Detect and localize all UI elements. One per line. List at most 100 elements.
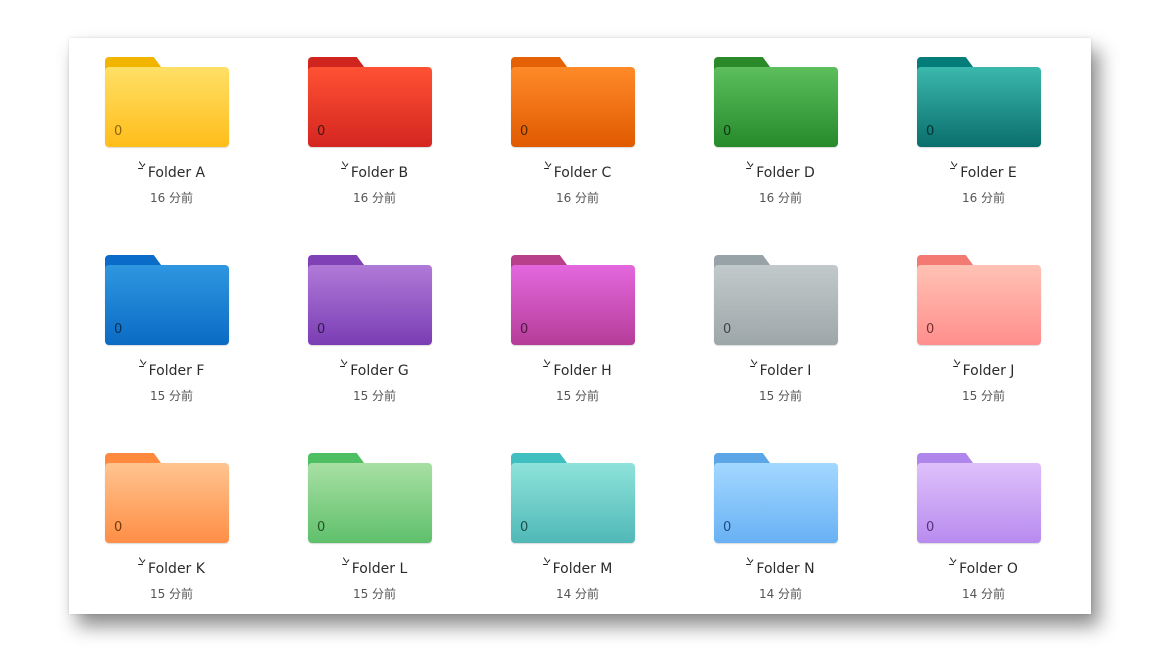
- folder-name[interactable]: Folder G: [350, 363, 409, 379]
- folder-tile[interactable]: 0 Folder N 14 分前: [679, 452, 882, 650]
- sync-status-icon: [341, 557, 351, 569]
- folder-tile[interactable]: 0 Folder K 15 分前: [70, 452, 273, 650]
- folder-name[interactable]: Folder N: [756, 561, 814, 577]
- folder-icon[interactable]: 0: [511, 255, 636, 345]
- modified-time: 15 分前: [352, 587, 397, 601]
- folder-tile[interactable]: 0 Folder H 15 分前: [476, 254, 679, 452]
- folder-name-row[interactable]: Folder H: [476, 359, 679, 379]
- folder-name[interactable]: Folder I: [760, 363, 812, 379]
- sync-status-icon: [949, 557, 958, 569]
- folder-name[interactable]: Folder L: [352, 561, 408, 577]
- folder-name-row[interactable]: Folder N: [679, 557, 882, 577]
- folder-body-shape: 0: [308, 67, 432, 147]
- modified-time: 16 分前: [555, 191, 600, 205]
- folder-name[interactable]: Folder M: [553, 561, 613, 577]
- folder-tile[interactable]: 0 Folder O 14 分前: [882, 452, 1085, 650]
- folder-name-row[interactable]: Folder B: [273, 161, 476, 181]
- folder-body-shape: 0: [917, 463, 1041, 543]
- folder-tile[interactable]: 0 Folder E 16 分前: [882, 56, 1085, 254]
- folder-name-row[interactable]: Folder K: [70, 557, 273, 577]
- folder-body-shape: 0: [105, 463, 229, 543]
- folder-icon[interactable]: 0: [714, 255, 839, 345]
- folder-name[interactable]: Folder E: [960, 165, 1017, 181]
- folder-name-row[interactable]: Folder D: [679, 161, 882, 181]
- folder-tile[interactable]: 0 Folder J 15 分前: [882, 254, 1085, 452]
- folder-body-shape: 0: [308, 265, 432, 345]
- folder-item-count: 0: [114, 124, 123, 139]
- folder-item-count: 0: [926, 322, 935, 337]
- folder-body-shape: 0: [105, 67, 229, 147]
- folder-body-shape: 0: [917, 265, 1041, 345]
- folder-name-row[interactable]: Folder L: [273, 557, 476, 577]
- folder-name-row[interactable]: Folder O: [882, 557, 1085, 577]
- folder-icon[interactable]: 0: [308, 255, 433, 345]
- folder-name[interactable]: Folder H: [553, 363, 611, 379]
- folder-body-shape: 0: [105, 265, 229, 345]
- sync-status-icon: [746, 557, 755, 569]
- folder-item-count: 0: [114, 322, 123, 337]
- folder-icon[interactable]: 0: [714, 57, 839, 147]
- folder-name[interactable]: Folder O: [959, 561, 1018, 577]
- modified-time: 15 分前: [961, 389, 1006, 403]
- folder-body-shape: 0: [917, 67, 1041, 147]
- folder-name-row[interactable]: Folder A: [70, 161, 273, 181]
- sync-status-icon: [543, 359, 552, 371]
- modified-time: 15 分前: [149, 389, 194, 403]
- modified-time: 15 分前: [555, 389, 600, 403]
- folder-tile[interactable]: 0 Folder B 16 分前: [273, 56, 476, 254]
- sync-status-icon: [340, 359, 349, 371]
- sync-status-icon: [340, 161, 350, 173]
- folder-tile[interactable]: 0 Folder L 15 分前: [273, 452, 476, 650]
- folder-item-count: 0: [520, 322, 529, 337]
- folder-name[interactable]: Folder K: [148, 561, 205, 577]
- sync-status-icon: [138, 359, 148, 371]
- folder-name-row[interactable]: Folder C: [476, 161, 679, 181]
- folder-icon[interactable]: 0: [105, 453, 230, 543]
- folder-icon[interactable]: 0: [308, 57, 433, 147]
- folder-body-shape: 0: [511, 265, 635, 345]
- folder-icon[interactable]: 0: [511, 57, 636, 147]
- folder-tile[interactable]: 0 Folder G 15 分前: [273, 254, 476, 452]
- folder-tile[interactable]: 0 Folder I 15 分前: [679, 254, 882, 452]
- folder-name[interactable]: Folder F: [149, 363, 205, 379]
- folder-tile[interactable]: 0 Folder A 16 分前: [70, 56, 273, 254]
- folder-icon[interactable]: 0: [917, 255, 1042, 345]
- modified-time: 14 分前: [758, 587, 803, 601]
- sync-status-icon: [950, 161, 959, 173]
- folder-icon[interactable]: 0: [308, 453, 433, 543]
- folder-name-row[interactable]: Folder E: [882, 161, 1085, 181]
- folder-name-row[interactable]: Folder F: [70, 359, 273, 379]
- folder-name[interactable]: Folder J: [963, 363, 1015, 379]
- folder-item-count: 0: [520, 124, 529, 139]
- sync-status-icon: [138, 557, 147, 569]
- folder-tile[interactable]: 0 Folder C 16 分前: [476, 56, 679, 254]
- folder-icon[interactable]: 0: [714, 453, 839, 543]
- sync-status-icon: [746, 161, 755, 173]
- folder-tile[interactable]: 0 Folder D 16 分前: [679, 56, 882, 254]
- folder-name-row[interactable]: Folder G: [273, 359, 476, 379]
- folder-name-row[interactable]: Folder I: [679, 359, 882, 379]
- modified-time: 16 分前: [149, 191, 194, 205]
- folder-name[interactable]: Folder B: [351, 165, 408, 181]
- modified-time: 14 分前: [555, 587, 600, 601]
- folder-icon[interactable]: 0: [917, 453, 1042, 543]
- folder-tile[interactable]: 0 Folder F 15 分前: [70, 254, 273, 452]
- folder-name-row[interactable]: Folder J: [882, 359, 1085, 379]
- folder-icon[interactable]: 0: [917, 57, 1042, 147]
- folder-icon[interactable]: 0: [105, 255, 230, 345]
- folder-body-shape: 0: [308, 463, 432, 543]
- folder-item-count: 0: [926, 124, 935, 139]
- folder-item-count: 0: [723, 322, 732, 337]
- folder-tile[interactable]: 0 Folder M 14 分前: [476, 452, 679, 650]
- folder-name[interactable]: Folder C: [554, 165, 612, 181]
- folder-name[interactable]: Folder D: [756, 165, 815, 181]
- folder-item-count: 0: [723, 124, 732, 139]
- folder-icon[interactable]: 0: [105, 57, 230, 147]
- sync-status-icon: [543, 161, 553, 173]
- folder-name-row[interactable]: Folder M: [476, 557, 679, 577]
- folder-icon[interactable]: 0: [511, 453, 636, 543]
- folder-name[interactable]: Folder A: [148, 165, 205, 181]
- folder-body-shape: 0: [511, 67, 635, 147]
- folder-item-count: 0: [723, 520, 732, 535]
- modified-time: 15 分前: [352, 389, 397, 403]
